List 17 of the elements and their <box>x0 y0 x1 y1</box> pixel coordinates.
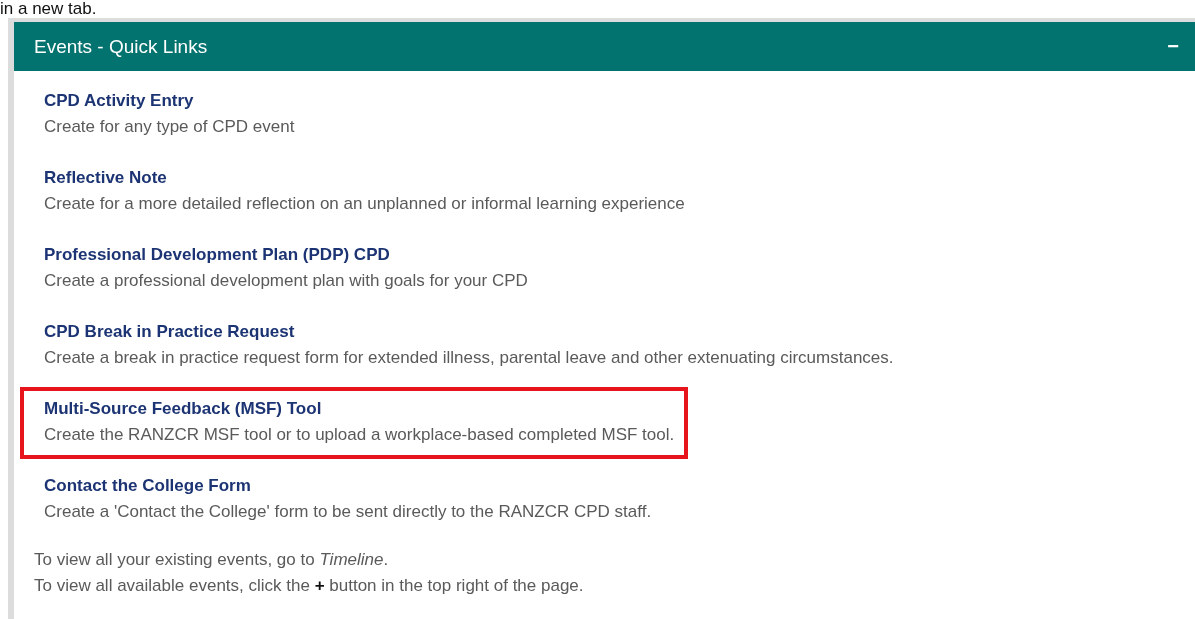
link-title[interactable]: Multi-Source Feedback (MSF) Tool <box>44 397 322 421</box>
link-description: Create a professional development plan with goals for your CPD <box>44 270 528 292</box>
collapse-button[interactable]: − <box>1163 35 1183 58</box>
link-description: Create a 'Contact the College' form to be sent directly to the RANZCR CPD staff. <box>44 501 652 523</box>
intro-text: in a new tab. <box>0 0 97 18</box>
link-title[interactable]: Reflective Note <box>44 166 167 190</box>
link-description: Create for any type of CPD event <box>44 116 296 138</box>
link-description: Create a break in practice request form for extended illness, parental leave and other extenuating circumstances. <box>44 347 894 369</box>
link-title[interactable]: Professional Development Plan (PDP) CPD <box>44 243 390 267</box>
info-text: To view all your existing events, go to Timeline. <box>34 549 389 571</box>
info-text: To view all available events, click the + button in the top right of the page. <box>34 575 584 597</box>
link-description: Create the RANZCR MSF tool or to upload a workplace-based completed MSF tool. <box>44 424 675 446</box>
link-title[interactable]: Contact the College Form <box>44 474 251 498</box>
link-title[interactable]: CPD Activity Entry <box>44 89 194 113</box>
panel-title: Events - Quick Links <box>34 35 208 58</box>
link-description: Create for a more detailed reflection on an unplanned or informal learning experience <box>44 193 685 215</box>
link-title[interactable]: CPD Break in Practice Request <box>44 320 295 344</box>
